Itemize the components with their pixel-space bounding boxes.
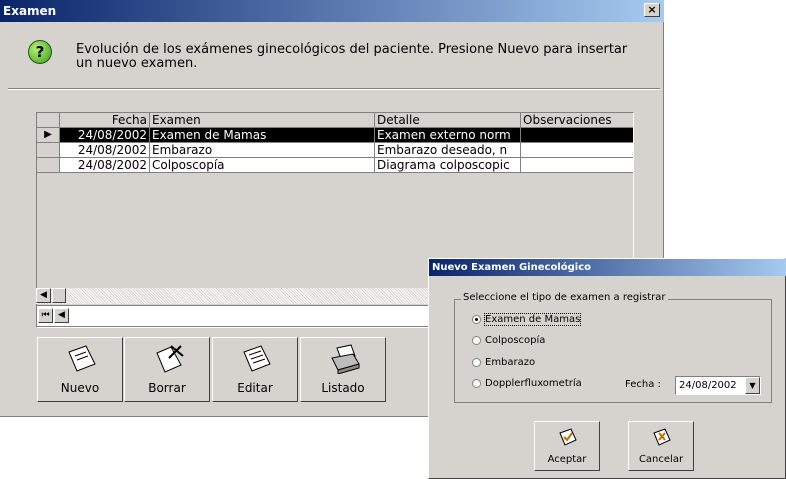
column-header-fecha[interactable]: Fecha — [60, 113, 150, 128]
scroll-thumb[interactable] — [52, 288, 66, 303]
radio-examen-de-mamas[interactable]: Examen de Mamas — [472, 313, 582, 327]
cancelar-label: Cancelar — [638, 454, 684, 465]
table-row[interactable]: 24/08/2002 Embarazo Embarazo deseado, n — [37, 143, 633, 158]
radio-label: Colposcopía — [485, 335, 546, 346]
scroll-left-icon[interactable]: ◀ — [36, 288, 51, 303]
cell-fecha[interactable]: 24/08/2002 — [60, 143, 150, 158]
aceptar-button[interactable]: Aceptar — [534, 421, 600, 471]
radio-embarazo[interactable]: Embarazo — [472, 356, 535, 370]
edit-document-icon — [243, 345, 271, 372]
window-titlebar[interactable]: Examen — [0, 0, 664, 22]
cell-observaciones[interactable] — [521, 143, 633, 158]
radio-label: Dopplerfluxometría — [485, 378, 582, 389]
cancel-document-icon — [653, 428, 671, 446]
table-row[interactable]: 24/08/2002 Colposcopía Diagrama colposco… — [37, 158, 633, 173]
column-header-detalle[interactable]: Detalle — [375, 113, 521, 128]
fecha-label: Fecha : — [625, 379, 661, 390]
fecha-value: 24/08/2002 — [679, 380, 737, 391]
header-divider — [8, 88, 660, 90]
radio-colposcopia[interactable]: Colposcopía — [472, 334, 545, 348]
cell-fecha[interactable]: 24/08/2002 — [60, 158, 150, 173]
previous-record-icon[interactable]: ◀ — [54, 308, 69, 323]
close-button[interactable]: × — [644, 3, 660, 17]
radio-selected-icon — [472, 314, 481, 324]
radio-icon — [472, 357, 481, 367]
cell-examen[interactable]: Examen de Mamas — [150, 128, 375, 143]
help-icon: ? — [28, 40, 52, 64]
column-header-examen[interactable]: Examen — [150, 113, 375, 128]
editar-button[interactable]: Editar — [212, 337, 298, 402]
current-row-arrow-icon: ▶ — [37, 128, 60, 143]
nuevo-examen-dialog: Nuevo Examen Ginecológico Seleccione el … — [428, 258, 786, 479]
new-document-icon — [68, 345, 96, 372]
cell-observaciones[interactable] — [521, 128, 633, 143]
printer-icon — [331, 344, 360, 374]
description-text: Evolución de los exámenes ginecológicos … — [76, 42, 628, 71]
radio-dopplerfluxometria[interactable]: Dopplerfluxometría — [472, 377, 582, 391]
aceptar-label: Aceptar — [547, 454, 587, 465]
table-row[interactable]: ▶ 24/08/2002 Examen de Mamas Examen exte… — [37, 128, 633, 143]
column-header-observaciones[interactable]: Observaciones — [521, 113, 633, 128]
borrar-label: Borrar — [148, 381, 186, 395]
cell-detalle[interactable]: Diagrama colposcopic — [375, 158, 521, 173]
grid-header-row: Fecha Examen Detalle Observaciones — [37, 113, 633, 128]
close-icon: × — [647, 3, 657, 16]
nuevo-button[interactable]: Nuevo — [37, 337, 123, 402]
cell-observaciones[interactable] — [521, 158, 633, 173]
dialog-titlebar[interactable]: Nuevo Examen Ginecológico — [429, 259, 786, 276]
editar-label: Editar — [237, 381, 273, 395]
listado-label: Listado — [321, 381, 365, 395]
exam-type-group-label: Seleccione el tipo de examen a registrar — [461, 292, 668, 303]
delete-document-icon — [156, 345, 184, 373]
window-title: Examen — [3, 4, 57, 18]
row-indicator — [37, 158, 60, 173]
borrar-button[interactable]: Borrar — [124, 337, 210, 402]
chevron-down-icon[interactable]: ▼ — [745, 377, 760, 394]
cell-detalle[interactable]: Embarazo deseado, n — [375, 143, 521, 158]
radio-icon — [472, 378, 481, 388]
dialog-title: Nuevo Examen Ginecológico — [432, 262, 591, 273]
listado-button[interactable]: Listado — [300, 337, 386, 402]
nuevo-label: Nuevo — [60, 381, 100, 395]
first-record-icon[interactable]: ⏮ — [38, 308, 53, 323]
cell-detalle[interactable]: Examen externo norm — [375, 128, 521, 143]
radio-label: Embarazo — [485, 357, 536, 368]
fecha-select[interactable]: 24/08/2002 ▼ — [675, 376, 761, 395]
row-indicator-header — [37, 113, 60, 128]
accept-document-icon — [559, 428, 577, 446]
radio-icon — [472, 335, 481, 345]
cell-examen[interactable]: Colposcopía — [150, 158, 375, 173]
cell-fecha[interactable]: 24/08/2002 — [60, 128, 150, 143]
row-indicator — [37, 143, 60, 158]
cell-examen[interactable]: Embarazo — [150, 143, 375, 158]
radio-label: Examen de Mamas — [483, 313, 582, 326]
cancelar-button[interactable]: Cancelar — [628, 421, 694, 471]
